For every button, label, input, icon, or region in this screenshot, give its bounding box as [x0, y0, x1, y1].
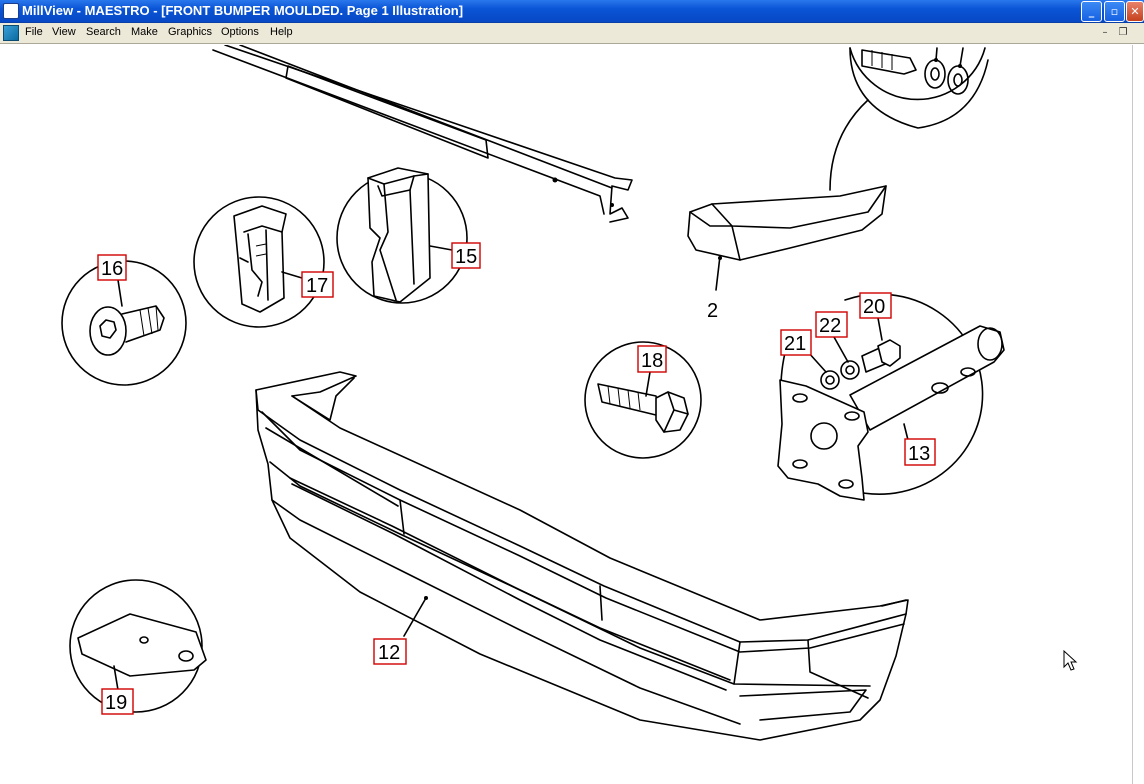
close-button[interactable]: ✕ — [1126, 1, 1144, 22]
illustration-document-icon[interactable] — [3, 25, 19, 41]
mdi-minimize-button[interactable]: – — [1098, 26, 1112, 40]
bumper-corner-piece — [687, 185, 887, 291]
menu-file[interactable]: File — [25, 26, 43, 38]
millview-app-icon[interactable] — [3, 3, 19, 19]
detail-circle-bracket-13 — [777, 293, 1005, 501]
right-window-edge — [1132, 45, 1144, 784]
menu-help[interactable]: Help — [270, 26, 293, 38]
callout-21[interactable]: 21 — [780, 329, 812, 356]
svg-text:17: 17 — [306, 275, 328, 297]
title-bar: MillView - MAESTRO - [FRONT BUMPER MOULD… — [0, 0, 1144, 23]
svg-text:22: 22 — [819, 315, 841, 337]
callout-20[interactable]: 20 — [859, 292, 892, 319]
menu-make[interactable]: Make — [131, 26, 158, 38]
menu-bar: File View Search Make Graphics Options H… — [0, 23, 1144, 44]
callout-17[interactable]: 17 — [301, 271, 334, 298]
menu-search[interactable]: Search — [86, 26, 121, 38]
callout-22[interactable]: 22 — [815, 311, 848, 338]
svg-text:15: 15 — [455, 246, 477, 268]
menu-view[interactable]: View — [52, 26, 76, 38]
window-title: MillView - MAESTRO - [FRONT BUMPER MOULD… — [22, 3, 464, 18]
parts-illustration: 2 16 17 15 18 20 22 21 13 12 19 — [61, 45, 1078, 741]
callout-18[interactable]: 18 — [637, 345, 667, 373]
callout-15[interactable]: 15 — [451, 242, 481, 269]
callout-13[interactable]: 13 — [904, 438, 936, 466]
svg-text:12: 12 — [378, 642, 400, 664]
mouse-pointer-icon — [1063, 649, 1078, 671]
detail-circle-plate-19 — [69, 579, 207, 713]
svg-text:19: 19 — [105, 692, 127, 714]
svg-text:21: 21 — [784, 333, 806, 355]
mdi-restore-button[interactable]: ❐ — [1116, 26, 1130, 40]
svg-text:16: 16 — [101, 258, 123, 280]
minimize-button[interactable]: _ — [1081, 1, 1102, 22]
callout-19[interactable]: 19 — [101, 688, 134, 715]
illustration-canvas[interactable]: 2 16 17 15 18 20 22 21 13 12 19 — [0, 45, 1132, 784]
detail-circle-clip-17 — [193, 196, 325, 328]
menu-graphics[interactable]: Graphics — [168, 26, 212, 38]
svg-text:20: 20 — [863, 296, 885, 318]
svg-text:13: 13 — [908, 443, 930, 465]
detail-circle-top-fixings — [829, 47, 989, 191]
menu-options[interactable]: Options — [221, 26, 259, 38]
part-label-2: 2 — [707, 300, 718, 322]
detail-circle-clip-15 — [336, 167, 468, 304]
maximize-button[interactable]: ▫ — [1104, 1, 1125, 22]
svg-text:18: 18 — [641, 350, 663, 372]
callout-16[interactable]: 16 — [97, 254, 127, 281]
callout-12[interactable]: 12 — [373, 638, 407, 665]
